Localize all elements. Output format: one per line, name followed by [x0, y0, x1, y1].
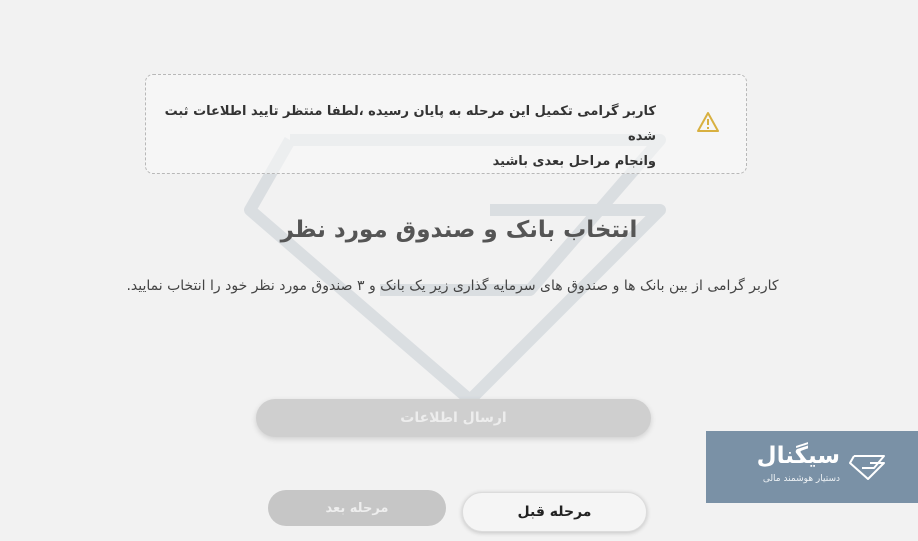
- next-step-button[interactable]: مرحله بعد: [268, 490, 446, 526]
- warning-icon: [697, 112, 719, 132]
- page-description: کاربر گرامی از بین بانک ها و صندوق های س…: [126, 278, 779, 294]
- alert-line-2: وانجام مراحل بعدی باشید: [492, 154, 656, 169]
- page-title: انتخاب بانک و صندوق مورد نظر: [280, 217, 638, 243]
- page: کاربر گرامی تکمیل این مرحله به پایان رسی…: [0, 0, 918, 541]
- previous-step-button[interactable]: مرحله قبل: [462, 492, 647, 532]
- brand-logo-icon: [849, 455, 885, 480]
- warning-alert: کاربر گرامی تکمیل این مرحله به پایان رسی…: [145, 74, 747, 174]
- brand-name: سیگنال: [756, 443, 840, 469]
- alert-message: کاربر گرامی تکمیل این مرحله به پایان رسی…: [156, 99, 656, 174]
- brand-badge: سیگنال دستیار هوشمند مالی: [706, 431, 918, 503]
- submit-info-button[interactable]: ارسال اطلاعات: [256, 399, 651, 437]
- alert-line-1: کاربر گرامی تکمیل این مرحله به پایان رسی…: [164, 104, 656, 144]
- brand-subtitle: دستیار هوشمند مالی: [762, 474, 840, 484]
